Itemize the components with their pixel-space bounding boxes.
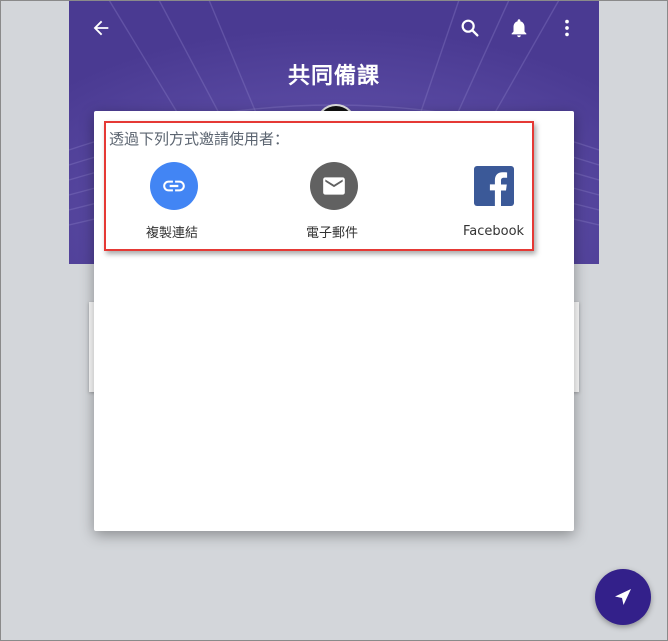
copy-link-option[interactable] (150, 162, 198, 210)
send-fab-button[interactable] (595, 569, 651, 625)
send-icon (615, 589, 631, 605)
page-title: 共同備課 (287, 64, 380, 89)
link-icon (150, 162, 198, 210)
facebook-label[interactable]: Facebook (463, 224, 524, 239)
more-vert-icon[interactable] (553, 14, 581, 42)
email-option[interactable] (310, 162, 358, 210)
facebook-icon (474, 166, 514, 206)
copy-link-label[interactable]: 複製連結 (146, 222, 198, 241)
invite-label: 透過下列方式邀請使用者： (109, 130, 290, 148)
mail-icon (310, 162, 358, 210)
back-arrow-icon[interactable] (87, 14, 115, 42)
bell-icon[interactable] (505, 14, 533, 42)
search-icon[interactable] (456, 14, 484, 42)
email-label[interactable]: 電子郵件 (306, 222, 358, 241)
facebook-option[interactable] (474, 166, 514, 210)
